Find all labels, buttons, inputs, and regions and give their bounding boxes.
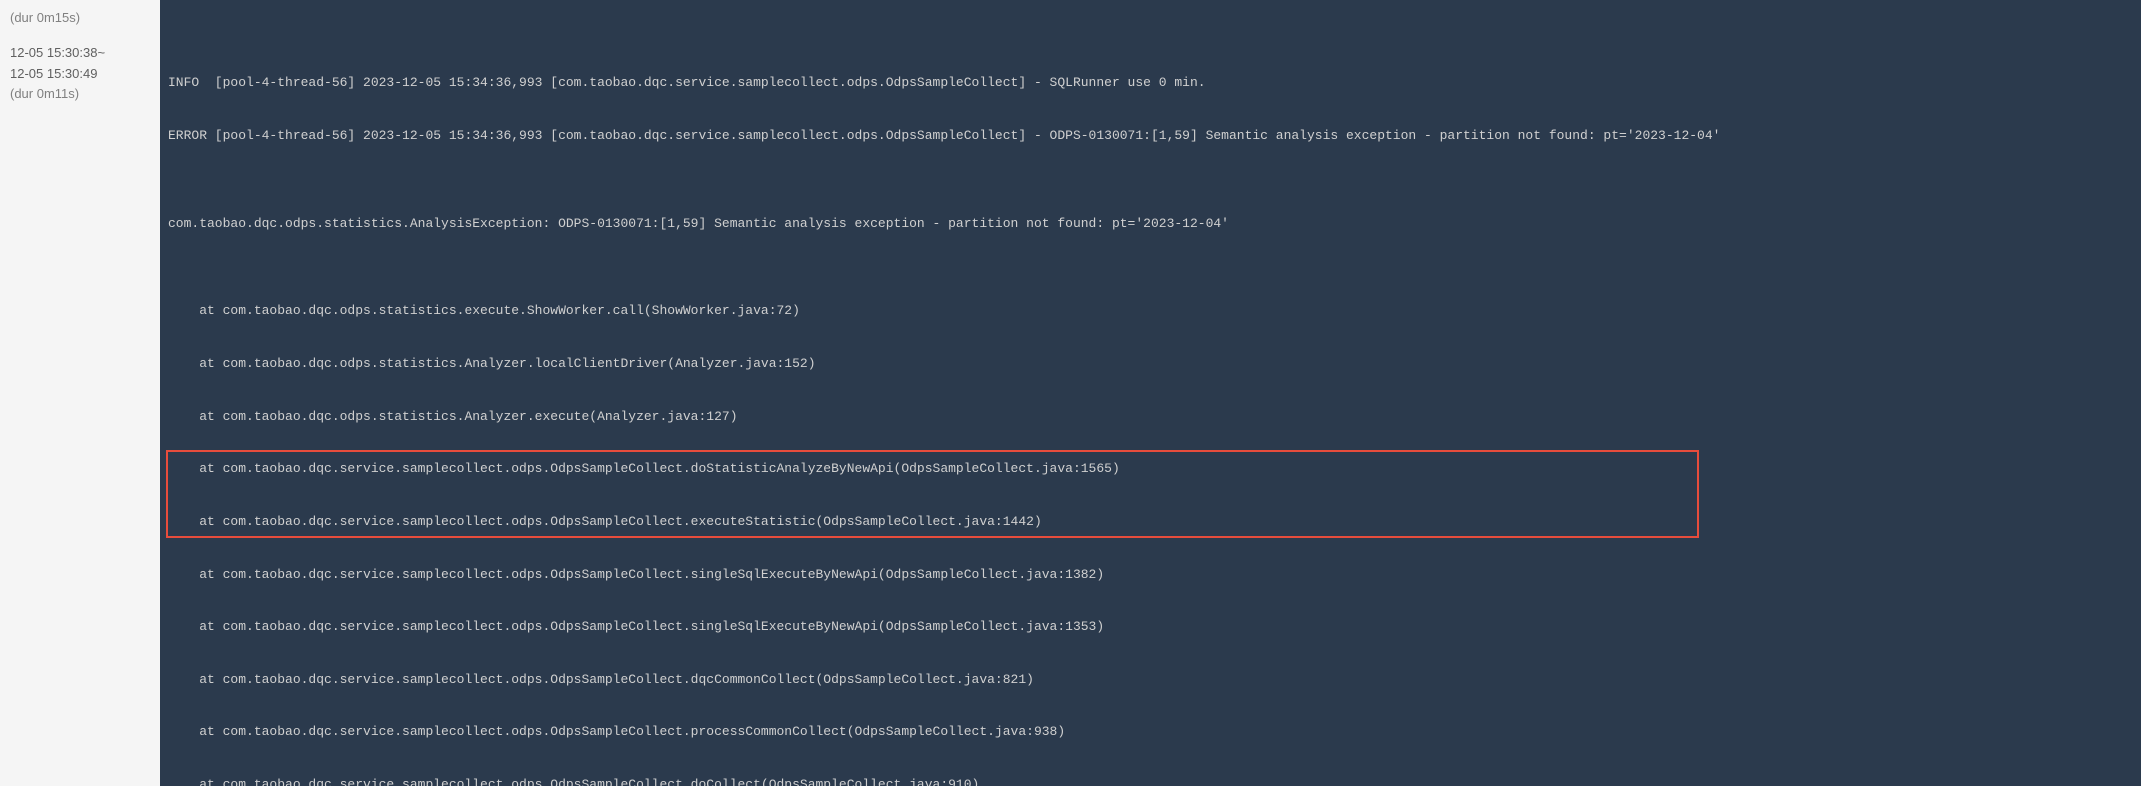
time-duration: (dur 0m11s) xyxy=(10,84,150,105)
log-line: at com.taobao.dqc.odps.statistics.Analyz… xyxy=(168,355,2141,373)
time-duration: (dur 0m15s) xyxy=(10,8,150,29)
log-line: at com.taobao.dqc.service.samplecollect.… xyxy=(168,776,2141,786)
log-line: at com.taobao.dqc.odps.statistics.Analyz… xyxy=(168,408,2141,426)
time-block-1: 12-05 15:30:38~ 12-05 15:30:49 (dur 0m11… xyxy=(10,43,150,105)
time-start: 12-05 15:30:38~ xyxy=(10,43,150,64)
log-line: com.taobao.dqc.odps.statistics.AnalysisE… xyxy=(168,215,2141,233)
time-block-0: (dur 0m15s) xyxy=(10,8,150,29)
log-line: at com.taobao.dqc.odps.statistics.execut… xyxy=(168,302,2141,320)
log-line: at com.taobao.dqc.service.samplecollect.… xyxy=(168,513,2141,531)
log-line: at com.taobao.dqc.service.samplecollect.… xyxy=(168,723,2141,741)
time-end: 12-05 15:30:49 xyxy=(10,64,150,85)
log-line: at com.taobao.dqc.service.samplecollect.… xyxy=(168,566,2141,584)
sidebar: (dur 0m15s) 12-05 15:30:38~ 12-05 15:30:… xyxy=(0,0,160,786)
log-line: ERROR [pool-4-thread-56] 2023-12-05 15:3… xyxy=(168,127,2141,145)
log-line: at com.taobao.dqc.service.samplecollect.… xyxy=(168,671,2141,689)
log-line: at com.taobao.dqc.service.samplecollect.… xyxy=(168,618,2141,636)
log-line: INFO [pool-4-thread-56] 2023-12-05 15:34… xyxy=(168,74,2141,92)
log-line: at com.taobao.dqc.service.samplecollect.… xyxy=(168,460,2141,478)
log-output[interactable]: INFO [pool-4-thread-56] 2023-12-05 15:34… xyxy=(160,0,2141,786)
